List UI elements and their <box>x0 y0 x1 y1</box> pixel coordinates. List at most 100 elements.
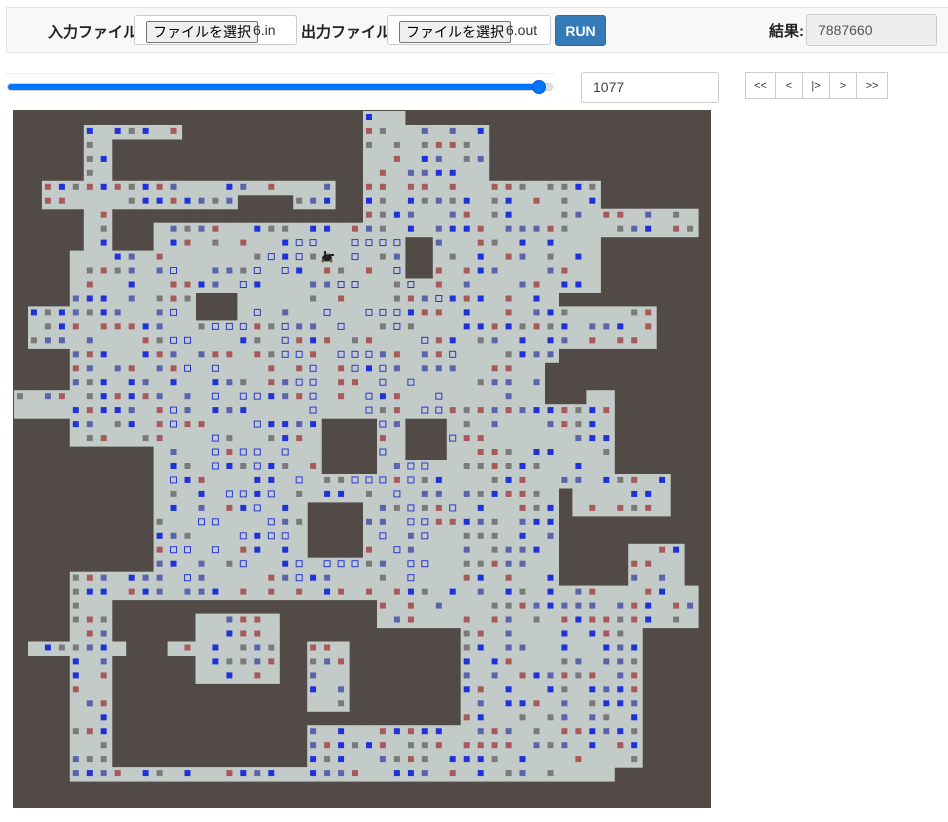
floor-cell <box>321 697 336 712</box>
next-button[interactable]: > <box>829 72 857 99</box>
floor-cell <box>377 278 392 293</box>
floor-cell <box>265 501 280 517</box>
item-marker <box>421 770 428 777</box>
item-marker <box>142 435 149 442</box>
item-marker <box>379 253 386 260</box>
floor-cell <box>418 599 434 615</box>
floor-cell <box>642 334 657 349</box>
last-button[interactable]: >> <box>856 72 888 99</box>
prev-button[interactable]: < <box>775 72 803 99</box>
item-marker <box>212 379 219 386</box>
floor-cell <box>307 557 322 573</box>
output-file-field[interactable]: ファイルを選択 6.out <box>387 15 551 45</box>
floor-cell <box>279 474 294 489</box>
item-marker <box>519 588 526 595</box>
floor-cell <box>474 543 490 559</box>
item-marker <box>645 560 652 567</box>
item-marker <box>477 155 484 162</box>
item-marker <box>617 728 624 735</box>
floor-cell <box>363 571 378 587</box>
floor-cell <box>69 334 85 349</box>
item-marker <box>366 490 372 497</box>
floor-cell <box>446 725 462 740</box>
floor-cell <box>502 334 518 349</box>
item-marker <box>477 714 484 721</box>
item-marker <box>254 672 261 679</box>
item-marker <box>296 365 303 372</box>
floor-cell <box>265 487 280 503</box>
turn-slider-thumb[interactable] <box>532 80 547 94</box>
floor-cell <box>237 557 252 573</box>
item-marker <box>463 672 470 679</box>
floor-cell <box>209 487 224 503</box>
first-button[interactable]: << <box>745 72 776 99</box>
item-marker <box>100 435 107 442</box>
floor-cell <box>41 404 57 419</box>
item-marker <box>100 267 107 274</box>
play-button[interactable]: |> <box>802 72 830 99</box>
floor-cell <box>125 348 141 363</box>
floor-cell <box>69 264 85 280</box>
item-marker <box>296 490 303 497</box>
floor-cell <box>195 515 210 531</box>
floor-cell <box>558 460 573 475</box>
item-marker <box>631 309 638 316</box>
item-marker <box>282 253 289 260</box>
item-marker <box>72 756 79 763</box>
item-marker <box>156 770 163 777</box>
item-marker <box>338 295 345 302</box>
item-marker <box>393 211 400 218</box>
item-marker <box>114 309 121 316</box>
floor-cell <box>432 529 448 545</box>
floor-cell <box>349 362 364 377</box>
item-marker <box>505 602 512 609</box>
item-marker <box>366 365 372 372</box>
floor-cell <box>502 278 518 293</box>
floor-cell <box>460 725 476 740</box>
item-marker <box>449 225 456 232</box>
turn-slider[interactable] <box>7 83 553 91</box>
item-marker <box>407 309 414 316</box>
item-marker <box>352 379 358 386</box>
item-marker <box>631 225 638 232</box>
floor-cell <box>530 236 545 252</box>
item-marker <box>72 379 79 386</box>
floor-cell <box>377 543 392 559</box>
floor-cell <box>251 585 266 601</box>
floor-cell <box>446 320 462 335</box>
input-file-button[interactable]: ファイルを選択 <box>146 21 258 43</box>
item-marker <box>505 574 512 581</box>
output-file-button[interactable]: ファイルを選択 <box>399 21 511 43</box>
floor-cell <box>349 487 364 503</box>
floor-cell <box>432 767 448 782</box>
item-marker <box>617 616 624 623</box>
floor-cell <box>502 418 518 433</box>
item-marker <box>100 616 107 623</box>
floor-cell <box>390 446 406 461</box>
floor-cell <box>460 697 476 712</box>
run-button[interactable]: RUN <box>555 15 606 46</box>
item-marker <box>589 700 596 707</box>
item-marker <box>463 630 470 637</box>
item-marker <box>72 658 79 665</box>
floor-cell <box>474 362 490 377</box>
item-marker <box>44 337 51 344</box>
item-marker <box>505 700 512 707</box>
item-marker <box>561 658 568 665</box>
turn-input[interactable]: 1077 <box>581 72 719 103</box>
item-marker <box>366 546 372 553</box>
item-marker <box>100 658 107 665</box>
floor-cell <box>97 278 113 293</box>
floor-cell <box>195 376 210 391</box>
floor-cell <box>600 334 615 349</box>
floor-cell <box>628 543 643 559</box>
item-marker <box>519 756 526 763</box>
item-marker <box>491 421 498 428</box>
floor-cell <box>390 111 406 126</box>
input-file-field[interactable]: ファイルを選択 6.in <box>134 15 297 45</box>
item-marker <box>128 407 135 414</box>
item-marker <box>100 407 107 414</box>
item-marker <box>72 183 79 190</box>
item-marker <box>324 225 331 232</box>
item-marker <box>212 197 219 204</box>
